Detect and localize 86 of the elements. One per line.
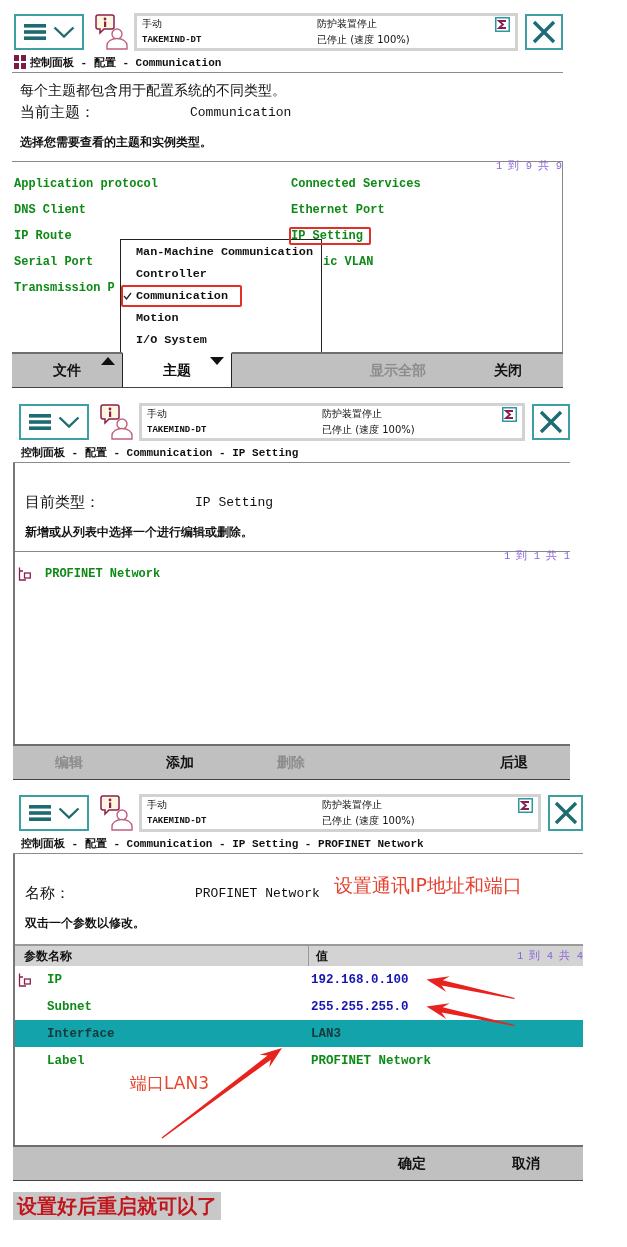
menu-button[interactable] <box>19 795 89 831</box>
sigma-icon <box>502 406 517 422</box>
list-item[interactable]: PROFINET Network <box>39 562 175 586</box>
chevron-down-icon <box>57 416 80 428</box>
close-icon <box>532 20 556 44</box>
field-label: 名称： <box>25 883 70 903</box>
instruction-text: 选择您需要查看的主题和实例类型。 <box>20 135 212 150</box>
table-cell: PROFINET Network <box>311 1053 432 1068</box>
status-text: TAKEMIND-DT <box>147 425 207 435</box>
table-cell: Interface <box>47 1026 115 1041</box>
close-button[interactable] <box>548 795 583 831</box>
command-button[interactable]: 添加 <box>124 744 236 779</box>
table-cell: Label <box>47 1053 85 1068</box>
breadcrumb: 控制面板 - 配置 - Communication <box>30 55 222 70</box>
table-cell: 192.168.0.100 <box>311 972 409 987</box>
annotation-text: 设置通讯IP地址和端口 <box>333 873 522 897</box>
table-row[interactable]: Interface LAN3 <box>15 1020 583 1047</box>
type-item[interactable]: DNS Client <box>12 201 94 219</box>
info-person-icon[interactable] <box>100 795 134 831</box>
status-text: 防护装置停止 <box>317 17 377 31</box>
table-cell: IP <box>47 972 62 987</box>
status-text: 已停止 (速度 100%) <box>322 814 415 828</box>
type-item[interactable]: Transmission P <box>12 279 123 297</box>
instruction-text: 双击一个参数以修改。 <box>25 916 145 931</box>
chevron-down-icon <box>57 807 80 819</box>
close-button[interactable] <box>532 404 570 440</box>
status-text: 手动 <box>147 407 167 421</box>
breadcrumb: 控制面板 - 配置 - Communication - IP Setting - PROFINET Network <box>21 836 424 851</box>
status-text: 防护装置停止 <box>322 407 382 421</box>
type-item[interactable]: ic VLAN <box>321 253 382 271</box>
column-header: 值 <box>316 948 328 964</box>
menu-button[interactable] <box>19 404 89 440</box>
menu-icon <box>28 414 51 430</box>
close-icon <box>539 410 563 434</box>
table-cell: Subnet <box>47 999 92 1014</box>
field-label: 当前主题： <box>20 102 95 122</box>
menu-item[interactable]: I/O System <box>121 329 210 351</box>
type-item[interactable]: Application protocol <box>12 175 167 193</box>
sigma-icon <box>518 797 533 813</box>
command-button[interactable]: 关闭 <box>452 352 563 387</box>
table-row[interactable]: Label PROFINET Network <box>15 1047 583 1074</box>
instruction-text: 新增或从列表中选择一个进行编辑或删除。 <box>25 525 253 540</box>
info-person-icon[interactable] <box>100 404 134 440</box>
close-button[interactable] <box>525 14 563 50</box>
command-button[interactable]: 后退 <box>458 744 570 779</box>
command-button[interactable]: 取消 <box>469 1145 583 1180</box>
field-value: PROFINET Network <box>195 885 320 901</box>
status-text: 手动 <box>147 798 167 812</box>
status-text: 已停止 (速度 100%) <box>322 423 415 437</box>
type-item[interactable]: IP Setting <box>289 227 371 245</box>
item-count: 1 到 4 共 4 <box>516 950 583 962</box>
menu-item[interactable]: Motion <box>121 307 182 329</box>
command-button[interactable]: 主题 <box>122 352 233 387</box>
type-item[interactable]: Serial Port <box>12 253 102 271</box>
field-value: IP Setting <box>195 494 273 510</box>
menu-item[interactable]: Controller <box>121 263 210 285</box>
type-item[interactable]: IP Route <box>12 227 80 245</box>
column-header: 参数名称 <box>24 948 72 964</box>
item-count: 1 到 9 共 9 <box>495 161 562 172</box>
info-person-icon[interactable] <box>95 14 129 50</box>
type-item[interactable]: Connected Services <box>289 175 429 193</box>
status-text: TAKEMIND-DT <box>142 35 202 45</box>
breadcrumb: 控制面板 - 配置 - Communication - IP Setting <box>21 445 299 460</box>
intro-text: 每个主题都包含用于配置系统的不同类型。 <box>20 82 286 100</box>
status-text: 手动 <box>142 17 162 31</box>
table-row[interactable]: Subnet 255.255.255.0 <box>15 993 583 1020</box>
command-button[interactable]: 确定 <box>355 1145 469 1180</box>
table-row[interactable]: IP 192.168.0.100 <box>15 966 583 993</box>
menu-button[interactable] <box>14 14 84 50</box>
status-text: 防护装置停止 <box>322 798 382 812</box>
status-text: TAKEMIND-DT <box>147 816 207 826</box>
caption-text: 设置好后重启就可以了 <box>13 1192 221 1220</box>
annotation-text: 端口LAN3 <box>130 1073 210 1093</box>
chevron-down-icon <box>52 26 75 38</box>
type-item[interactable]: Ethernet Port <box>289 201 393 219</box>
close-icon <box>553 801 578 825</box>
menu-icon <box>23 24 46 40</box>
sigma-icon <box>495 16 510 32</box>
field-value: Communication <box>190 104 292 120</box>
item-count: 1 到 1 共 1 <box>503 551 570 562</box>
menu-icon <box>28 805 51 821</box>
field-label: 目前类型： <box>25 492 100 512</box>
menu-item[interactable]: Communication <box>121 285 243 307</box>
table-cell: 255.255.255.0 <box>311 999 409 1014</box>
status-text: 已停止 (速度 100%) <box>317 33 410 47</box>
table-cell: LAN3 <box>311 1026 341 1041</box>
